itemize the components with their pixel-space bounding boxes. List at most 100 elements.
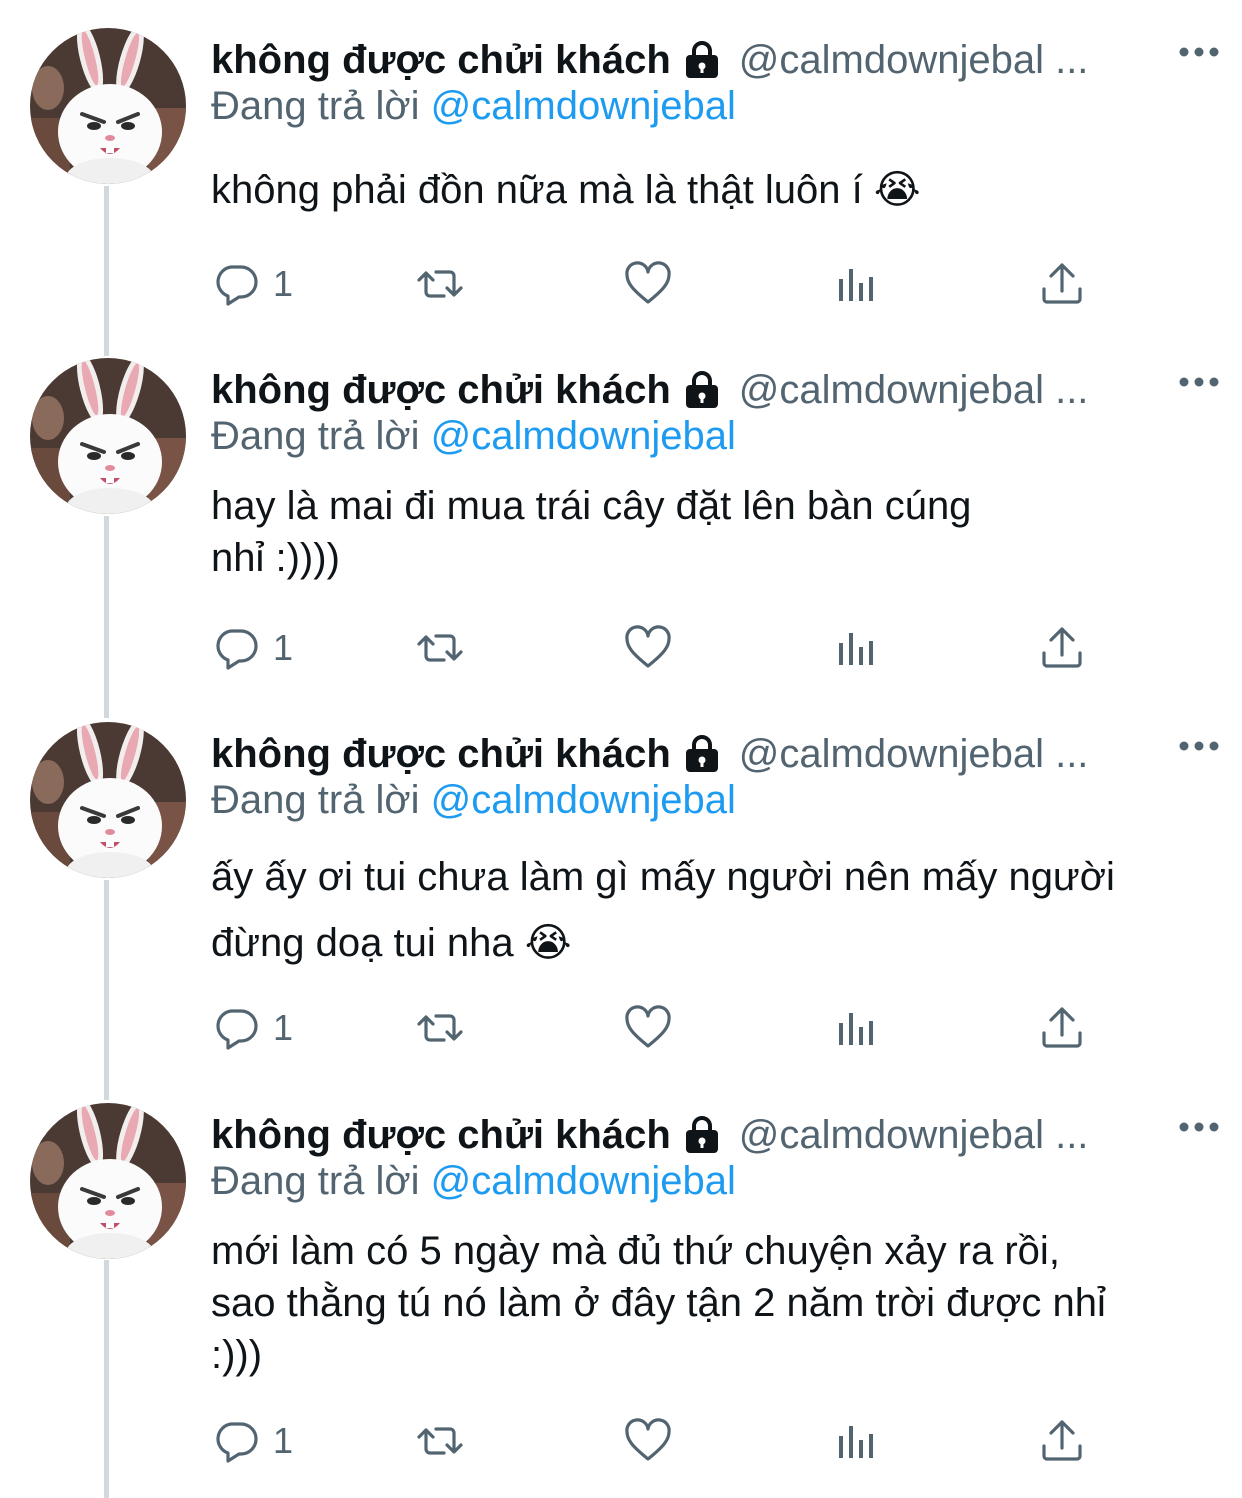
share-icon [1042,1007,1082,1048]
retweet-button[interactable] [415,620,465,676]
tweet-text-line: sao thằng tú nó làm ở đây tận 2 năm trời… [211,1277,1211,1329]
more-icon[interactable] [1178,1117,1220,1137]
more-icon[interactable] [1178,736,1220,756]
display-name[interactable]: không được chửi khách [211,1113,671,1158]
tweet-text-segment: :))) [211,1333,263,1377]
user-handle[interactable]: @calmdownjebal ... [739,38,1089,83]
lock-icon [685,371,718,408]
avatar[interactable] [30,722,186,878]
heart-icon [625,1005,671,1048]
tweet-text: ấy ấy ơi tui chưa làm gì mấy người nên m… [211,844,1211,976]
share-button[interactable] [1037,620,1087,676]
user-handle[interactable]: @calmdownjebal ... [739,732,1089,777]
reply-count: 1 [273,1420,294,1461]
reply-icon [216,1009,258,1050]
replying-to: Đang trả lời @calmdownjebal [211,778,736,823]
retweet-icon [417,1427,463,1455]
thread-line [104,186,109,356]
action-bar: 1 [211,1000,1111,1056]
reply-count: 1 [273,1007,294,1048]
share-button[interactable] [1037,256,1087,312]
share-icon [1042,1420,1082,1461]
crying-emoji: 😭 [524,920,572,966]
share-icon [1042,263,1082,304]
tweet-text-line: :))) [211,1329,1211,1381]
tweet-text: không phải đồn nữa mà là thật luôn í 😭 [211,164,1211,216]
retweet-button[interactable] [415,1000,465,1056]
lock-icon [685,1116,718,1153]
display-name[interactable]: không được chửi khách [211,38,671,83]
avatar[interactable] [30,1103,186,1259]
like-button[interactable] [623,256,673,312]
replying-label: Đang trả lời [211,84,420,128]
heart-icon [625,625,671,668]
tweet-text-line: không phải đồn nữa mà là thật luôn í 😭 [211,164,1211,216]
user-handle[interactable]: @calmdownjebal ... [739,368,1089,413]
replying-label: Đang trả lời [211,1159,420,1203]
views-icon [839,1426,873,1458]
views-icon [839,633,873,665]
reply-icon [216,1422,258,1463]
reply-icon [216,629,258,670]
tweet-text-segment: không phải đồn nữa mà là thật luôn í [211,168,863,212]
share-button[interactable] [1037,1413,1087,1469]
user-handle[interactable]: @calmdownjebal ... [739,1113,1089,1158]
replying-label: Đang trả lời [211,414,420,458]
mention-link[interactable]: @calmdownjebal [431,1159,736,1203]
tweet-header: không được chửi khách @calmdownjebal ... [211,726,1222,782]
display-name[interactable]: không được chửi khách [211,732,671,777]
views-button[interactable] [831,620,881,676]
retweet-button[interactable] [415,1413,465,1469]
tweet-text: hay là mai đi mua trái cây đặt lên bàn c… [211,480,1211,584]
tweet-text-line: đừng doạ tui nha 😭 [211,910,1211,976]
lock-icon [685,41,718,78]
like-button[interactable] [623,620,673,676]
tweet-header: không được chửi khách @calmdownjebal ... [211,1107,1222,1163]
bunny-avatar-icon [30,28,186,184]
tweet-text: mới làm có 5 ngày mà đủ thứ chuyện xảy r… [211,1225,1211,1381]
mention-link[interactable]: @calmdownjebal [431,414,736,458]
tweet-text-line: hay là mai đi mua trái cây đặt lên bàn c… [211,480,1211,532]
tweet-text-segment: mới làm có 5 ngày mà đủ thứ chuyện xảy r… [211,1229,1060,1273]
reply-button[interactable]: 1 [211,1413,293,1469]
views-button[interactable] [831,1000,881,1056]
more-icon[interactable] [1178,42,1220,62]
reply-count: 1 [273,263,294,304]
retweet-icon [417,270,463,298]
replying-to: Đang trả lời @calmdownjebal [211,414,736,459]
tweet-text-segment: hay là mai đi mua trái cây đặt lên bàn c… [211,484,972,528]
tweet-text-line: ấy ấy ơi tui chưa làm gì mấy người nên m… [211,844,1211,910]
views-icon [839,1013,873,1045]
tweet-text-segment: sao thằng tú nó làm ở đây tận 2 năm trời… [211,1281,1106,1325]
mention-link[interactable]: @calmdownjebal [431,84,736,128]
reply-button[interactable]: 1 [211,1000,293,1056]
views-button[interactable] [831,1413,881,1469]
action-bar: 1 [211,256,1111,312]
reply-button[interactable]: 1 [211,620,293,676]
avatar[interactable] [30,28,186,184]
reply-count: 1 [273,627,294,668]
reply-button[interactable]: 1 [211,256,293,312]
bunny-avatar-icon [30,1103,186,1259]
views-button[interactable] [831,256,881,312]
retweet-button[interactable] [415,256,465,312]
share-button[interactable] [1037,1000,1087,1056]
tweet-text-segment: ấy ấy ơi tui chưa làm gì mấy người nên m… [211,855,1115,899]
views-icon [839,269,873,301]
tweet-text-line: nhỉ :)))) [211,532,1211,584]
tweet-text-segment: nhỉ :)))) [211,536,340,580]
tweet-text-segment: đừng doạ tui nha [211,921,514,965]
more-icon[interactable] [1178,372,1220,392]
bunny-avatar-icon [30,722,186,878]
retweet-icon [417,1014,463,1042]
mention-link[interactable]: @calmdownjebal [431,778,736,822]
lock-icon [685,735,718,772]
crying-emoji: 😭 [873,167,921,213]
heart-icon [625,261,671,304]
like-button[interactable] [623,1413,673,1469]
tweet-header: không được chửi khách @calmdownjebal ... [211,362,1222,418]
like-button[interactable] [623,1000,673,1056]
avatar[interactable] [30,358,186,514]
display-name[interactable]: không được chửi khách [211,368,671,413]
replying-to: Đang trả lời @calmdownjebal [211,84,736,129]
